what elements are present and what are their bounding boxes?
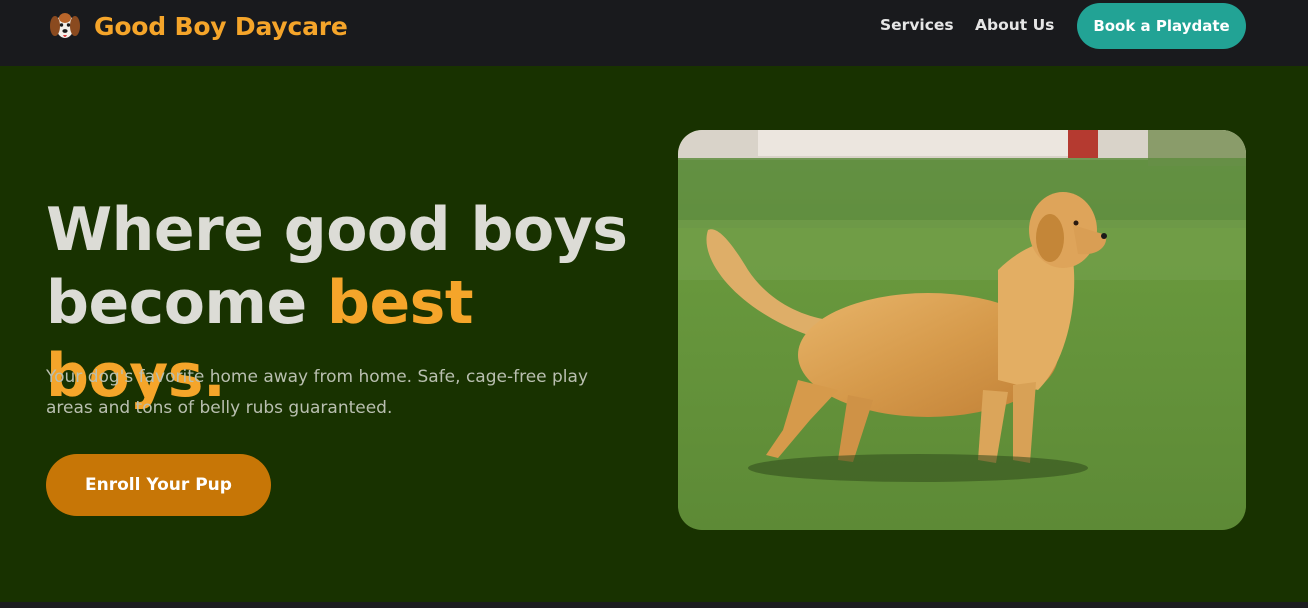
nav-link-about-us[interactable]: About Us bbox=[975, 16, 1054, 34]
brand[interactable]: Good Boy Daycare bbox=[48, 8, 348, 44]
hero-dog-photo bbox=[678, 130, 1246, 530]
nav-link-services[interactable]: Services bbox=[880, 16, 954, 34]
hero-section: Where good boys become best boys. Your d… bbox=[0, 66, 1308, 602]
page-bottom-strip bbox=[0, 602, 1308, 608]
navbar: Good Boy Daycare Services About Us Book … bbox=[0, 0, 1308, 66]
dog-face-icon bbox=[48, 9, 82, 43]
book-playdate-button[interactable]: Book a Playdate bbox=[1077, 3, 1246, 49]
brand-name: Good Boy Daycare bbox=[94, 11, 348, 41]
enroll-pup-button[interactable]: Enroll Your Pup bbox=[46, 454, 271, 516]
hero-subtitle: Your dog's favorite home away from home.… bbox=[46, 367, 589, 418]
